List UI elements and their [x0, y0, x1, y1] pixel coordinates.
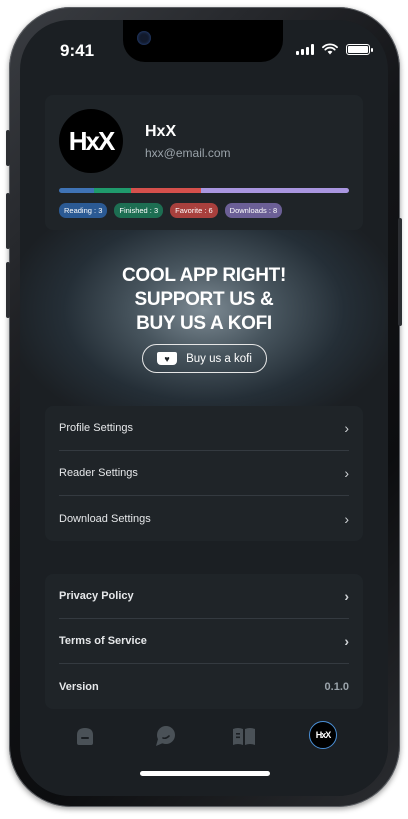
progress-segment [201, 188, 349, 193]
menu-item-label: Download Settings [59, 512, 151, 525]
menu-item-label: Terms of Service [59, 635, 147, 647]
phone-volume-down-button [6, 262, 10, 318]
profile-avatar[interactable]: HxX [59, 109, 123, 173]
battery-icon [346, 43, 373, 55]
terms-of-service-row[interactable]: Terms of Service › [59, 619, 349, 664]
wifi-icon [322, 43, 338, 55]
app-screen: 9:41 HxX HxX hxx@email.com Reading : 3 F… [20, 20, 388, 796]
progress-segment [93, 188, 132, 193]
profile-avatar-icon: HxX [315, 730, 331, 740]
chevron-right-icon: › [344, 420, 349, 436]
privacy-policy-row[interactable]: Privacy Policy › [59, 574, 349, 619]
phone-power-button [398, 218, 402, 326]
reading-badge[interactable]: Reading : 3 [59, 203, 108, 218]
front-camera-icon [137, 31, 151, 45]
download-settings-row[interactable]: Download Settings › [59, 496, 349, 541]
menu-item-label: Version [59, 680, 99, 693]
tab-chat[interactable] [152, 723, 178, 749]
home-indicator [140, 771, 270, 776]
status-time: 9:41 [60, 41, 95, 60]
chevron-right-icon: › [344, 633, 349, 649]
promo-line-1: COOL APP RIGHT! [121, 265, 287, 286]
menu-item-label: Privacy Policy [59, 590, 134, 602]
phone-volume-up-button [6, 193, 10, 249]
profile-card: HxX HxX hxx@email.com Reading : 3 Finish… [45, 95, 363, 230]
menu-item-label: Profile Settings [59, 422, 133, 434]
library-progress-bar [59, 188, 349, 193]
library-badges: Reading : 3 Finished : 3 Favorite : 6 Do… [59, 203, 283, 218]
promo-line-3: BUY US A KOFI [136, 313, 272, 334]
kofi-promo-title: COOL APP RIGHT! SUPPORT US & BUY US A KO… [20, 264, 388, 336]
tab-library[interactable] [231, 723, 257, 749]
buy-kofi-button[interactable]: ♥ Buy us a kofi [142, 344, 267, 373]
promo-line-2: SUPPORT US & [134, 289, 274, 310]
home-icon [77, 728, 93, 745]
status-icons [296, 43, 373, 55]
phone-action-button [6, 130, 10, 166]
reader-settings-row[interactable]: Reader Settings › [59, 451, 349, 496]
info-menu: Privacy Policy › Terms of Service › Vers… [45, 574, 363, 709]
profile-email: hxx@email.com [145, 146, 231, 160]
bottom-tab-bar: HxX [20, 713, 388, 796]
version-row: Version 0.1.0 [59, 664, 349, 709]
chevron-right-icon: › [344, 465, 349, 481]
tab-home[interactable] [72, 723, 98, 749]
buy-kofi-label: Buy us a kofi [186, 352, 252, 365]
profile-name: HxX [145, 123, 177, 140]
finished-badge[interactable]: Finished : 3 [114, 203, 164, 218]
chevron-right-icon: › [344, 510, 349, 527]
chat-icon [156, 726, 175, 746]
tab-profile[interactable]: HxX [309, 721, 337, 749]
cellular-signal-icon [296, 43, 314, 55]
kofi-cup-icon: ♥ [157, 352, 178, 365]
progress-segment [59, 188, 94, 193]
profile-settings-row[interactable]: Profile Settings › [59, 406, 349, 451]
downloads-badge[interactable]: Downloads : 8 [224, 203, 283, 218]
settings-menu: Profile Settings › Reader Settings › Dow… [45, 406, 363, 541]
favorite-badge[interactable]: Favorite : 6 [170, 203, 218, 218]
version-value: 0.1.0 [324, 680, 349, 693]
book-icon [233, 728, 255, 745]
progress-segment [131, 188, 202, 193]
menu-item-label: Reader Settings [59, 467, 138, 479]
chevron-right-icon: › [344, 588, 349, 604]
